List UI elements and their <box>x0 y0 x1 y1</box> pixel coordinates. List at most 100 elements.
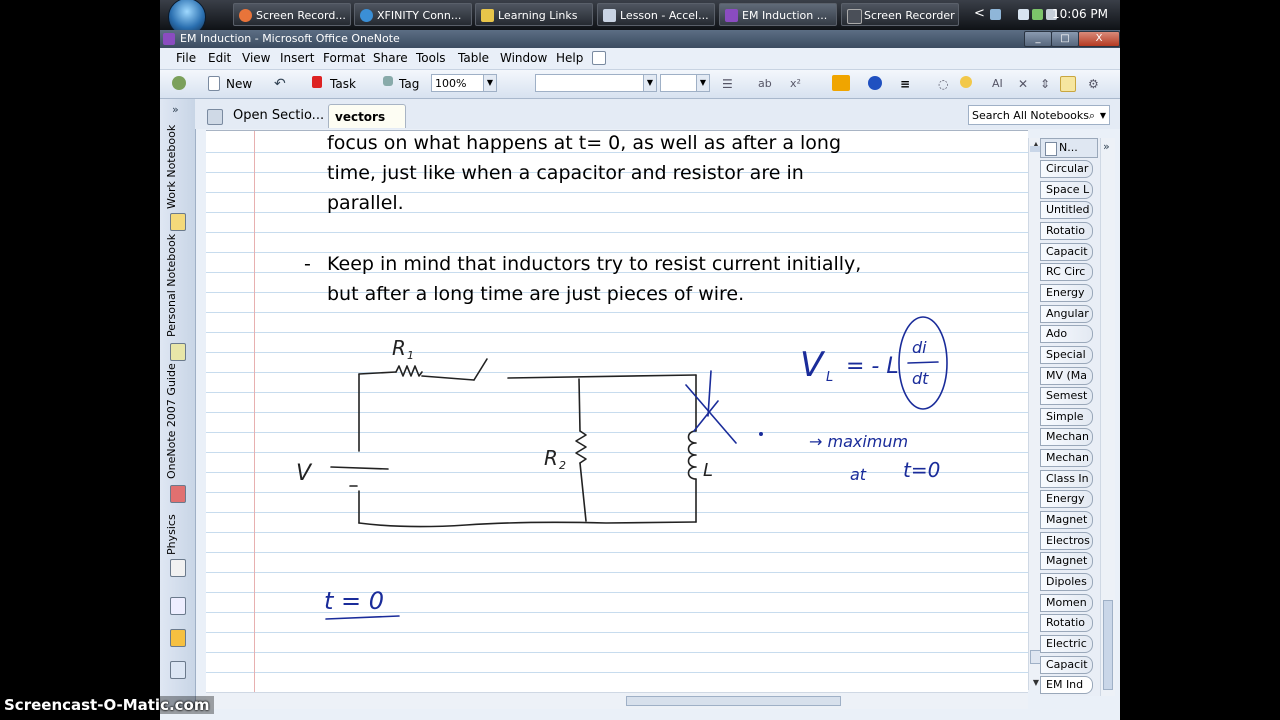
expand-pages-icon[interactable]: » <box>1103 140 1110 153</box>
eraser-x-icon[interactable]: ✕ <box>1018 75 1028 93</box>
page-tab[interactable]: RC Circ <box>1040 263 1093 282</box>
lasso-icon[interactable]: ◌ <box>938 75 948 93</box>
page-tab[interactable]: Space L <box>1040 180 1093 199</box>
pen-color-icon[interactable] <box>868 76 882 90</box>
page-tabs-scrollbar[interactable]: » <box>1100 138 1115 696</box>
wire-middle <box>578 378 581 432</box>
page-tab[interactable]: Semest <box>1040 387 1093 406</box>
page-tab[interactable]: Capacit <box>1040 242 1093 261</box>
page-tab[interactable]: Magnet <box>1040 511 1093 530</box>
chevron-down-icon[interactable]: ▼ <box>1100 106 1106 126</box>
tools-icon[interactable]: ⚙ <box>1088 75 1099 93</box>
new-button[interactable]: New <box>226 75 252 93</box>
page-tab[interactable]: Energy <box>1040 283 1093 302</box>
page-tab[interactable]: Simple <box>1040 407 1093 426</box>
superscript-icon[interactable]: x² <box>790 75 801 93</box>
page-tab[interactable]: Ado <box>1040 325 1093 344</box>
taskbar-button-em-induction[interactable]: EM Induction ... <box>719 3 837 26</box>
taskbar-button-xfinity[interactable]: XFINITY Conn... <box>354 3 472 26</box>
ink-drawing[interactable]: R 1 R 2 V L V L = - L di dt → maximum at… <box>206 131 1028 693</box>
font-select[interactable]: ▼ <box>535 74 657 92</box>
note-icon[interactable] <box>1060 76 1076 92</box>
new-page-icon[interactable] <box>208 76 220 91</box>
maximize-button[interactable]: □ <box>1051 31 1079 47</box>
task-button[interactable]: Task <box>330 75 356 93</box>
resize-text-icon[interactable]: AI <box>992 75 1003 93</box>
page-tab[interactable]: Angular <box>1040 304 1093 323</box>
section-search-icon[interactable] <box>170 629 186 647</box>
minimize-button[interactable]: _ <box>1024 31 1052 47</box>
page-tab[interactable]: Untitled <box>1040 201 1093 220</box>
notebook-personal[interactable]: Personal Notebook <box>165 234 189 361</box>
menu-insert[interactable]: Insert <box>280 51 314 65</box>
network-icon[interactable] <box>990 9 1001 20</box>
pan-icon[interactable] <box>960 76 972 88</box>
menu-window[interactable]: Window <box>500 51 547 65</box>
page-tab[interactable]: Dipoles <box>1040 573 1093 591</box>
search-notebooks-input[interactable]: Search All Notebooks ⌕ ▼ <box>968 105 1110 125</box>
menu-help[interactable]: Help <box>556 51 583 65</box>
page-tab[interactable]: Rotatio <box>1040 221 1093 240</box>
page-tab[interactable]: Magnet <box>1040 552 1093 571</box>
taskbar-button-learning-links[interactable]: Learning Links <box>475 3 593 26</box>
flag-icon <box>312 76 322 88</box>
section-tab-vectors[interactable]: vectors <box>328 104 406 128</box>
page-tabs-scroll-thumb[interactable] <box>1103 600 1113 690</box>
page-tab[interactable]: Circular <box>1040 160 1093 178</box>
taskbar-button-label: Learning Links <box>498 9 578 22</box>
unfiled-notes-icon[interactable] <box>170 597 186 615</box>
menu-edit[interactable]: Edit <box>208 51 231 65</box>
page-tab[interactable]: Class In <box>1040 469 1093 488</box>
page-tab[interactable]: Special <box>1040 345 1093 364</box>
page-tab[interactable]: Mechan <box>1040 449 1093 468</box>
back-icon[interactable] <box>172 76 186 90</box>
security-icon[interactable] <box>1032 9 1043 20</box>
notebook-work[interactable]: Work Notebook <box>165 123 189 233</box>
page-tab[interactable]: Capacit <box>1040 655 1093 674</box>
taskbar-button-lesson[interactable]: Lesson - Accel... <box>597 3 715 26</box>
tag-button[interactable]: Tag <box>399 75 419 93</box>
pen-icon[interactable] <box>832 75 850 91</box>
menu-format[interactable]: Format <box>323 51 365 65</box>
zoom-select[interactable]: 100% ▼ <box>431 74 497 92</box>
page-tab[interactable]: Energy <box>1040 490 1093 509</box>
expand-navigation-icon[interactable]: » <box>172 103 179 116</box>
bullets-icon[interactable]: ☰ <box>722 75 733 93</box>
line-width-icon[interactable]: ≡ <box>900 75 910 93</box>
all-notebooks-icon[interactable] <box>170 661 186 679</box>
menu-table[interactable]: Table <box>458 51 489 65</box>
page-tab[interactable]: Momen <box>1040 593 1093 612</box>
note-page[interactable]: focus on what happens at t= 0, as well a… <box>206 130 1028 693</box>
insert-space-icon[interactable]: ⇕ <box>1040 75 1050 93</box>
page-tab[interactable]: Mechan <box>1040 428 1093 447</box>
horizontal-scroll-thumb[interactable] <box>626 696 841 706</box>
search-icon[interactable]: ⌕ <box>1089 106 1095 126</box>
menu-share[interactable]: Share <box>373 51 408 65</box>
system-tray: < 10:06 PM <box>970 0 1120 30</box>
menu-tools[interactable]: Tools <box>416 51 446 65</box>
notebook-physics[interactable]: Physics <box>165 511 189 577</box>
notebook-guide[interactable]: OneNote 2007 Guide <box>165 363 189 503</box>
menu-view[interactable]: View <box>242 51 270 65</box>
new-page-tab[interactable]: N... <box>1040 138 1098 158</box>
taskbar-button-screen-record[interactable]: Screen Record... <box>233 3 351 26</box>
battery-long-plate <box>330 466 389 470</box>
clock[interactable]: 10:06 PM <box>1052 7 1108 21</box>
font-size-select[interactable]: ▼ <box>660 74 710 92</box>
page-tab[interactable]: MV (Ma <box>1040 366 1093 385</box>
menu-file[interactable]: File <box>176 51 196 65</box>
close-button[interactable]: X <box>1078 31 1120 47</box>
page-tab[interactable]: Electros <box>1040 531 1093 550</box>
page-horizontal-scrollbar[interactable] <box>206 692 1028 709</box>
open-sections-tab[interactable]: Open Sectio... <box>205 104 324 128</box>
page-tab[interactable]: EM Ind <box>1040 676 1093 695</box>
inductor-cross-mark <box>685 370 737 444</box>
taskbar-button-screen-recorder[interactable]: Screen Recorder <box>841 3 959 26</box>
help-pane-icon[interactable] <box>592 51 606 65</box>
device-icon[interactable] <box>1018 9 1029 20</box>
page-tab[interactable]: Electric <box>1040 634 1093 653</box>
page-tab[interactable]: Rotatio <box>1040 614 1093 633</box>
undo-icon[interactable]: ↶ <box>274 75 286 93</box>
tray-overflow-icon[interactable]: < <box>974 6 985 21</box>
spelling-icon[interactable]: ab <box>758 75 772 93</box>
